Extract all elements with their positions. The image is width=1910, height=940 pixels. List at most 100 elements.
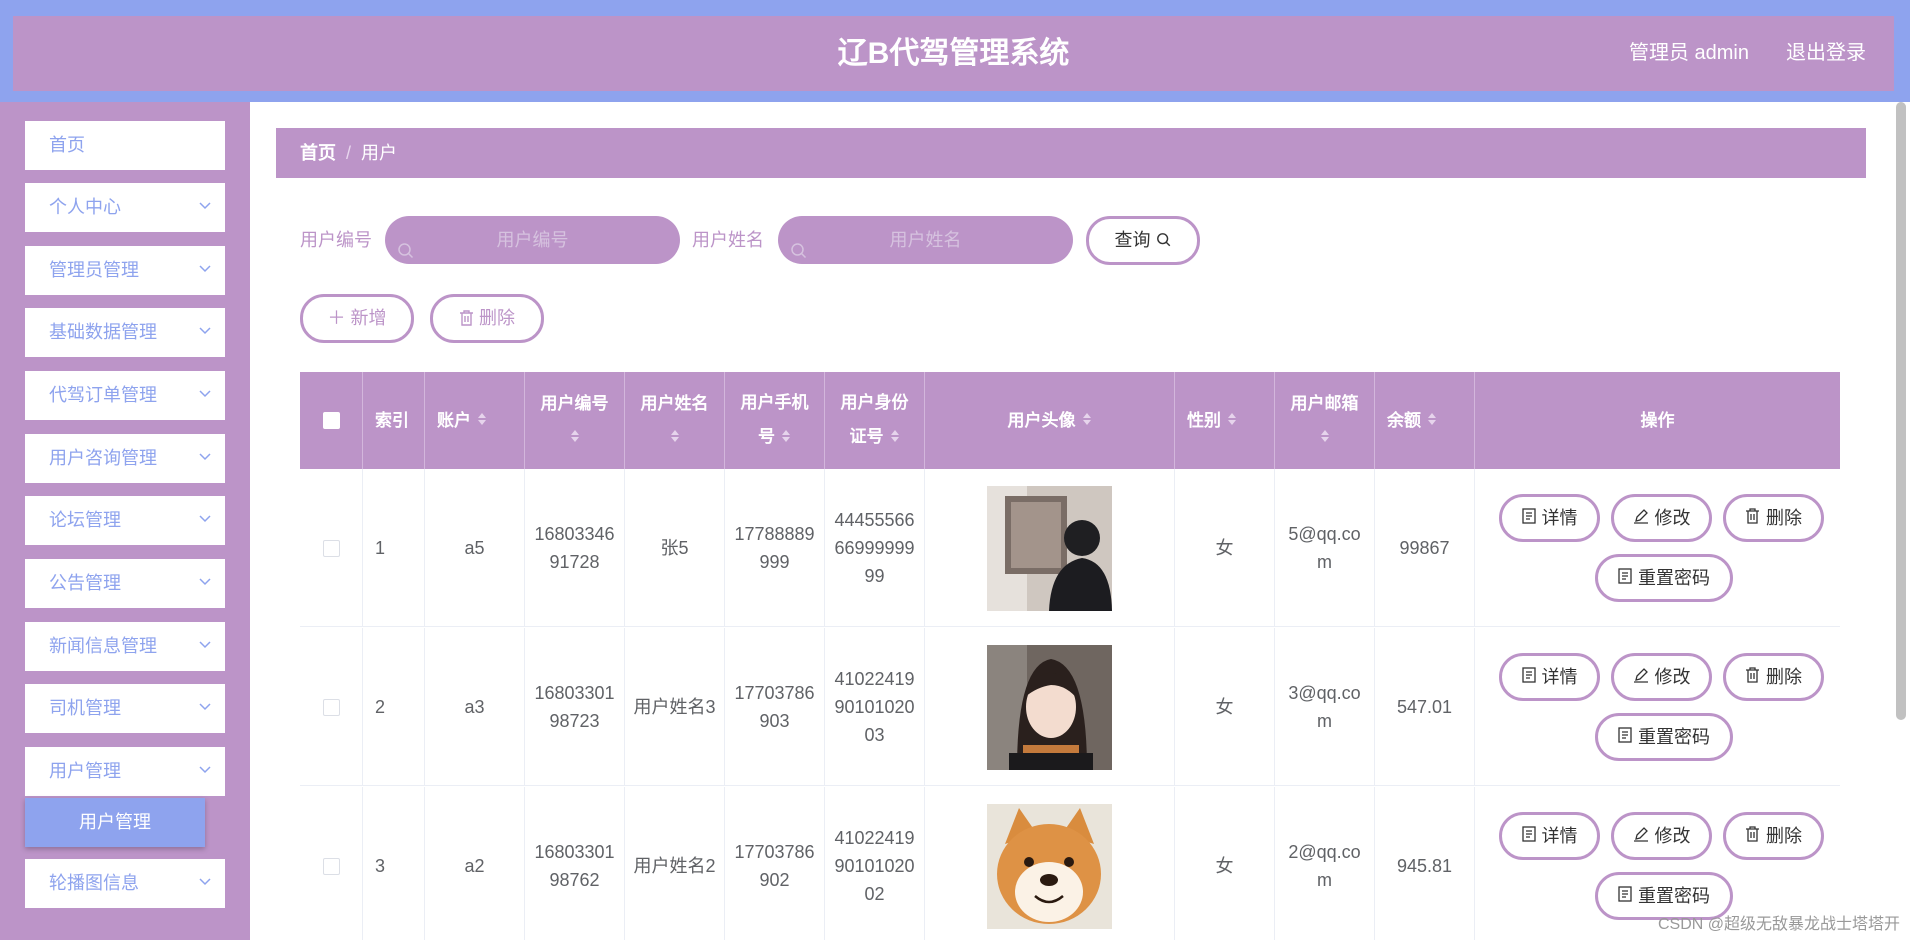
detail-button[interactable]: 详情 <box>1499 494 1600 542</box>
delete-button[interactable]: 删除 <box>1723 653 1824 701</box>
select-all-checkbox[interactable] <box>322 412 340 429</box>
search-icon <box>790 230 808 278</box>
row-checkbox[interactable] <box>322 539 340 557</box>
sidebar-item-driver-management[interactable]: 司机管理 <box>25 684 225 733</box>
query-button-label: 查询 <box>1114 230 1151 250</box>
edit-button[interactable]: 修改 <box>1611 812 1712 860</box>
chevron-down-icon <box>199 622 211 671</box>
edit-button[interactable]: 修改 <box>1611 494 1712 542</box>
sidebar-item-label: 代驾订单管理 <box>49 385 157 405</box>
edit-button-label: 修改 <box>1654 508 1691 528</box>
trash-icon <box>1745 663 1766 691</box>
sidebar-item-order-management[interactable]: 代驾订单管理 <box>25 371 225 420</box>
sidebar-item-label: 司机管理 <box>49 698 121 718</box>
cell-user-no: 1680330198762 <box>525 787 625 940</box>
edit-icon <box>1633 504 1655 532</box>
sort-icon <box>781 421 791 455</box>
header-id-card[interactable]: 用户身份证号 <box>825 372 925 469</box>
vertical-scrollbar[interactable] <box>1896 102 1906 720</box>
trash-icon <box>1745 504 1766 532</box>
sidebar-item-user-management[interactable]: 用户管理 <box>25 747 225 796</box>
sidebar-item-base-data[interactable]: 基础数据管理 <box>25 308 225 357</box>
header-phone[interactable]: 用户手机号 <box>725 372 825 469</box>
detail-button[interactable]: 详情 <box>1499 653 1600 701</box>
sidebar-item-carousel[interactable]: 轮播图信息 <box>25 859 225 908</box>
cell-ops: 详情 修改 删除 重置密码 <box>1475 469 1840 627</box>
user-no-search-input[interactable]: 用户编号 <box>385 216 680 264</box>
header-user-name[interactable]: 用户姓名 <box>625 372 725 469</box>
user-name-label: 用户姓名 <box>692 230 764 250</box>
trash-icon <box>1745 822 1766 850</box>
sidebar-item-notice-management[interactable]: 公告管理 <box>25 559 225 608</box>
sidebar-item-label: 首页 <box>49 135 85 155</box>
header-avatar[interactable]: 用户头像 <box>925 372 1175 469</box>
sidebar-item-forum-management[interactable]: 论坛管理 <box>25 496 225 545</box>
breadcrumb-separator: / <box>346 143 352 163</box>
header-balance[interactable]: 余额 <box>1375 372 1475 469</box>
document-icon <box>1618 564 1638 592</box>
row-select-cell <box>300 787 363 940</box>
header-email[interactable]: 用户邮箱 <box>1275 372 1375 469</box>
cell-user-name: 用户姓名3 <box>625 628 725 786</box>
sidebar-item-label: 用户咨询管理 <box>49 448 157 468</box>
cell-index: 2 <box>363 628 425 786</box>
user-no-label: 用户编号 <box>300 230 372 250</box>
sidebar-item-label: 公告管理 <box>49 573 121 593</box>
cell-account: a2 <box>425 787 525 940</box>
header-gender[interactable]: 性别 <box>1175 372 1275 469</box>
search-icon <box>397 230 415 278</box>
row-checkbox[interactable] <box>322 698 340 716</box>
chevron-down-icon <box>199 371 211 420</box>
sidebar-item-home[interactable]: 首页 <box>25 121 225 170</box>
edit-button-label: 修改 <box>1654 667 1691 687</box>
select-all-cell <box>300 372 363 469</box>
edit-button[interactable]: 修改 <box>1611 653 1712 701</box>
detail-button-label: 详情 <box>1541 826 1578 846</box>
plus-icon: ＋ <box>327 308 346 328</box>
avatar-photo-girl[interactable] <box>987 644 1112 770</box>
query-button[interactable]: 查询 <box>1086 216 1200 265</box>
batch-delete-button-label: 删除 <box>479 308 515 328</box>
cell-avatar <box>925 628 1175 786</box>
detail-button-label: 详情 <box>1541 508 1578 528</box>
delete-button[interactable]: 删除 <box>1723 494 1824 542</box>
breadcrumb: 首页 / 用户 <box>276 128 1866 178</box>
cell-balance: 99867 <box>1375 469 1475 627</box>
reset-password-button[interactable]: 重置密码 <box>1595 554 1733 602</box>
sidebar-item-admin-management[interactable]: 管理员管理 <box>25 246 225 295</box>
header-user-no[interactable]: 用户编号 <box>525 372 625 469</box>
edit-icon <box>1633 822 1655 850</box>
sidebar-item-personal-center[interactable]: 个人中心 <box>25 183 225 232</box>
user-name-search-input[interactable]: 用户姓名 <box>778 216 1073 264</box>
cell-email: 5@qq.com <box>1275 469 1375 627</box>
cell-balance: 547.01 <box>1375 628 1475 786</box>
row-select-cell <box>300 628 363 786</box>
avatar-photo-back-view[interactable] <box>987 485 1112 611</box>
header-account[interactable]: 账户 <box>425 372 525 469</box>
sidebar-item-news-management[interactable]: 新闻信息管理 <box>25 622 225 671</box>
header-email-label: 用户邮箱 <box>1290 393 1359 413</box>
reset-password-button[interactable]: 重置密码 <box>1595 713 1733 761</box>
chevron-down-icon <box>199 859 211 908</box>
sidebar-subitem-user-management[interactable]: 用户管理 <box>25 798 205 847</box>
logout-link[interactable]: 退出登录 <box>1786 16 1866 91</box>
cell-user-name: 张5 <box>625 469 725 627</box>
row-checkbox[interactable] <box>322 857 340 875</box>
trash-icon <box>459 308 474 328</box>
add-button[interactable]: ＋ 新增 <box>300 294 414 343</box>
cell-gender: 女 <box>1175 469 1275 627</box>
avatar-photo-shiba-dog[interactable] <box>987 803 1112 929</box>
batch-delete-button[interactable]: 删除 <box>430 294 544 343</box>
header-gender-label: 性别 <box>1187 410 1221 430</box>
user-name-placeholder: 用户姓名 <box>889 230 962 250</box>
cell-ops: 详情 修改 删除 重置密码 <box>1475 628 1840 786</box>
cell-avatar <box>925 469 1175 627</box>
detail-button[interactable]: 详情 <box>1499 812 1600 860</box>
delete-button[interactable]: 删除 <box>1723 812 1824 860</box>
search-icon <box>1156 230 1172 250</box>
sidebar-item-label: 个人中心 <box>49 197 121 217</box>
breadcrumb-home[interactable]: 首页 <box>300 143 336 163</box>
sidebar-item-consult-management[interactable]: 用户咨询管理 <box>25 434 225 483</box>
cell-gender: 女 <box>1175 628 1275 786</box>
document-icon <box>1618 723 1638 751</box>
